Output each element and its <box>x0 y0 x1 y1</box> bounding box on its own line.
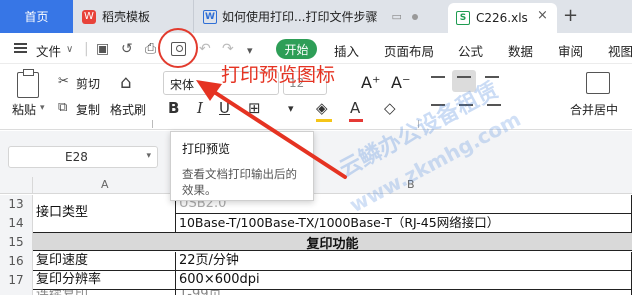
copy-button[interactable]: 复制 <box>76 101 100 118</box>
clear-format-icon[interactable]: ◇ <box>384 99 396 117</box>
row-header[interactable]: 17 <box>0 271 33 290</box>
name-box-dropdown-icon[interactable]: ▾ <box>146 151 151 161</box>
borders-dropdown-icon[interactable]: ▾ <box>288 102 294 115</box>
tooltip-title: 打印预览 <box>182 142 231 156</box>
annotation-label: 打印预览图标 <box>221 64 336 86</box>
menu-file[interactable]: 文件 <box>36 41 61 60</box>
tab-xls-label: C226.xls <box>476 11 528 25</box>
table-cell[interactable]: 10Base-T/100Base-TX/1000Base-T（RJ-45网络接口… <box>176 214 632 233</box>
new-tab-button[interactable]: + <box>563 5 578 26</box>
menu-start-tab[interactable]: 开始 <box>276 39 317 59</box>
tab-doc-label: 如何使用打印...打印文件步骤 <box>222 10 378 24</box>
fill-color-icon[interactable]: ◈ <box>316 99 328 117</box>
shrink-font-button[interactable]: A⁻ <box>391 73 410 92</box>
align-top-icon[interactable] <box>431 76 445 78</box>
table-cell[interactable]: 复印速度 <box>33 252 176 271</box>
word-doc-icon: W <box>203 9 217 24</box>
tab-home-label: 首页 <box>24 10 49 24</box>
highlight-circle <box>158 28 198 68</box>
name-box[interactable]: E28 ▾ <box>8 146 158 168</box>
print-preview-tooltip: 打印预览 查看文档打印输出后的效果。 <box>170 131 314 201</box>
menu-view[interactable]: 视图 <box>608 41 632 60</box>
italic-button[interactable]: I <box>197 99 203 117</box>
table-cell[interactable]: 接口类型 <box>33 195 176 233</box>
paste-icon[interactable] <box>17 69 39 98</box>
font-color-icon[interactable]: A <box>350 99 360 117</box>
fill-color-swatch <box>316 119 332 122</box>
table-cell[interactable]: 22页/分钟 <box>176 252 632 271</box>
table-cell[interactable]: 复印分辨率 <box>33 271 176 290</box>
paste-dropdown-icon[interactable]: ▾ <box>40 103 45 113</box>
ribbon-divider <box>152 120 153 128</box>
unsaved-dot-icon <box>411 13 418 20</box>
formula-bar: E28 ▾ <box>0 131 632 177</box>
close-tab-icon[interactable]: × <box>537 8 548 23</box>
cut-button[interactable]: 剪切 <box>76 75 100 92</box>
undo-icon[interactable]: ↶ <box>199 41 211 57</box>
table-cell[interactable]: 600×600dpi <box>176 271 632 290</box>
section-header-cell[interactable]: 复印功能 <box>33 233 632 252</box>
merge-cells-icon[interactable] <box>586 72 610 94</box>
font-color-swatch <box>349 119 363 122</box>
wps-logo-icon: W <box>82 9 96 24</box>
tab-document[interactable]: W 如何使用打印...打印文件步骤 ▭ <box>193 0 437 33</box>
format-painter-button[interactable]: 格式刷 <box>110 101 146 118</box>
chevron-down-icon[interactable]: ∨ <box>66 44 73 55</box>
format-painter-icon[interactable]: ⌂ <box>120 72 131 93</box>
customize-toolbar-icon[interactable]: ▾ <box>247 43 253 59</box>
table-cell[interactable]: 1-99页 <box>176 290 632 295</box>
select-all-corner[interactable] <box>0 177 33 194</box>
spreadsheet-icon: S <box>456 11 470 25</box>
monitor-icon[interactable]: ▭ <box>391 10 401 23</box>
row-header[interactable]: 16 <box>0 252 33 271</box>
paste-button[interactable]: 粘贴 <box>12 101 36 118</box>
merge-center-button[interactable]: 合并居中 <box>570 101 618 118</box>
undo-history-icon[interactable]: ↺ <box>121 41 133 57</box>
save-icon[interactable]: ▣ <box>96 41 109 57</box>
row-header[interactable]: 14 <box>0 214 33 233</box>
menu-review[interactable]: 审阅 <box>558 41 583 60</box>
row-header[interactable]: 13 <box>0 195 33 214</box>
print-icon[interactable]: ⎙ <box>145 41 156 57</box>
align-middle-icon[interactable] <box>457 76 471 78</box>
tab-bar: 首页 W 稻壳模板 W 如何使用打印...打印文件步骤 ▭ S C226.xls… <box>0 0 632 33</box>
menu-page-layout[interactable]: 页面布局 <box>384 41 434 60</box>
tab-wps-label: 稻壳模板 <box>102 10 151 24</box>
menu-formulas[interactable]: 公式 <box>458 41 483 60</box>
borders-icon[interactable]: ⊞ <box>248 99 261 117</box>
grow-font-button[interactable]: A⁺ <box>361 73 380 92</box>
menu-insert[interactable]: 插入 <box>334 41 359 60</box>
underline-button[interactable]: U <box>219 99 230 117</box>
cell-reference: E28 <box>65 150 88 164</box>
copy-icon[interactable]: ⧉ <box>58 100 67 115</box>
column-header-a[interactable]: A <box>101 178 109 191</box>
hamburger-menu-icon[interactable] <box>14 43 27 53</box>
redo-icon[interactable]: ↷ <box>222 41 234 57</box>
row-header[interactable] <box>0 290 33 295</box>
tab-home[interactable]: 首页 <box>0 0 73 33</box>
bold-button[interactable]: B <box>168 99 179 117</box>
row-header[interactable]: 15 <box>0 233 33 252</box>
menu-data[interactable]: 数据 <box>508 41 533 60</box>
tooltip-body: 查看文档打印输出后的效果。 <box>182 167 297 197</box>
column-header: A B <box>0 177 632 194</box>
table-cell[interactable]: 连续复印 <box>33 290 176 295</box>
font-name-value: 宋体 <box>170 78 195 92</box>
menu-divider: | <box>84 41 89 57</box>
scissors-icon[interactable]: ✂ <box>58 74 69 89</box>
